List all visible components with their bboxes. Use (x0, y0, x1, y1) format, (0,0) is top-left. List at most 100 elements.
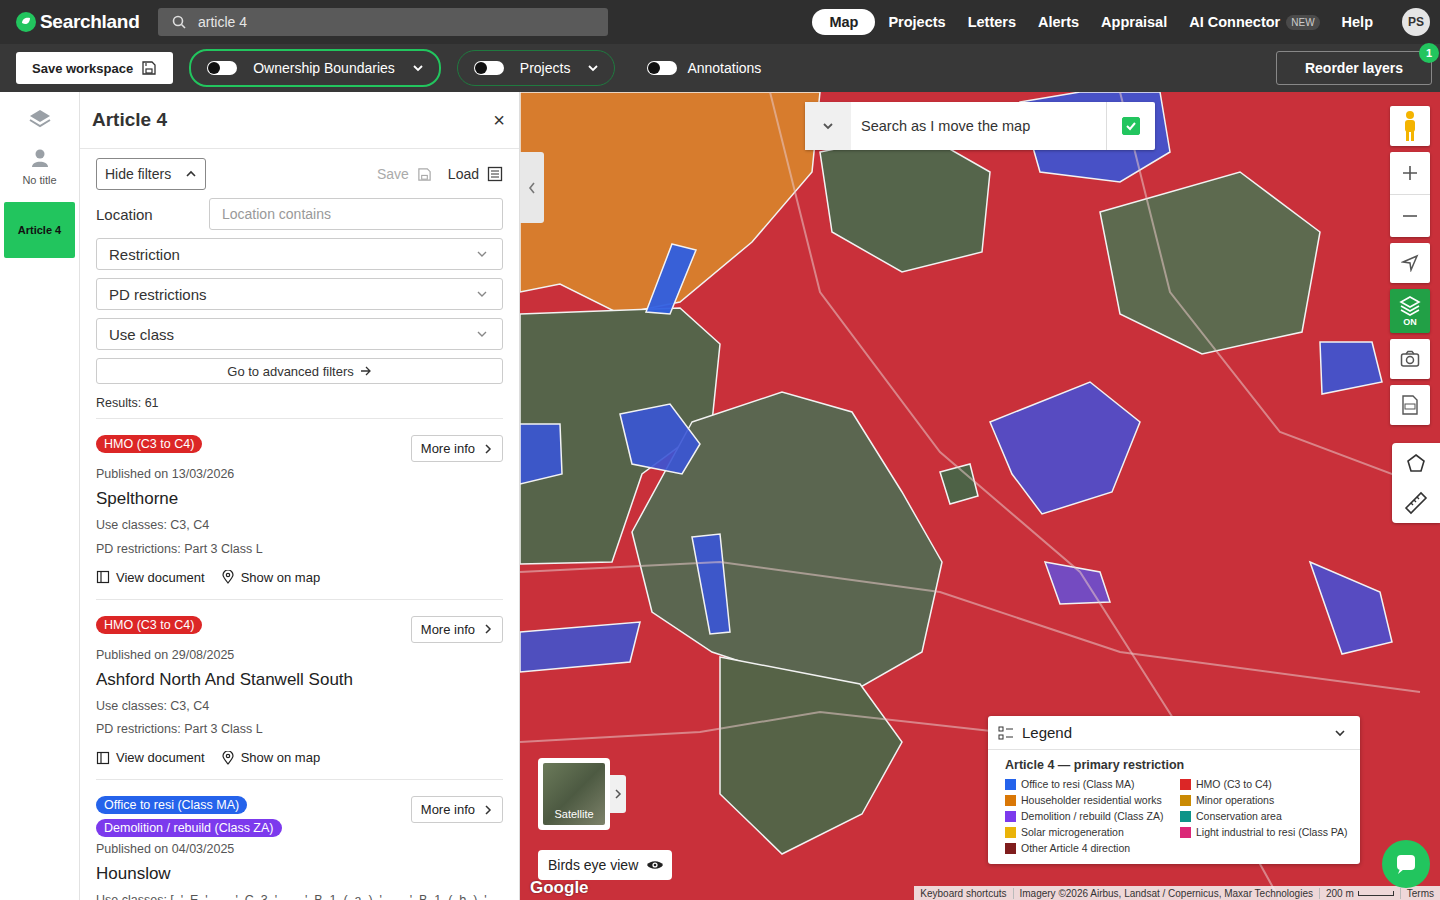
hide-filters-button[interactable]: Hide filters (96, 158, 206, 190)
result-card[interactable]: HMO (C3 to C4)More infoPublished on 13/0… (96, 419, 503, 600)
attribution-text[interactable]: Keyboard shortcuts (914, 888, 1012, 899)
search-as-move-checkbox[interactable] (1122, 117, 1140, 135)
zoom-out-button[interactable] (1390, 194, 1430, 237)
result-card[interactable]: Office to resi (Class MA)Demolition / re… (96, 780, 503, 900)
show-on-map-link[interactable]: Show on map (221, 570, 321, 585)
use-classes: Use classes: C3, C4 (96, 697, 503, 716)
nav-item[interactable]: Appraisal (1092, 9, 1176, 35)
terms-link[interactable]: Terms (1400, 888, 1440, 899)
measure-button[interactable] (1404, 483, 1428, 523)
rail-item[interactable] (4, 106, 75, 132)
pdf-export-button[interactable] (1390, 385, 1430, 425)
save-workspace-button[interactable]: Save workspace (16, 52, 173, 84)
more-info-button[interactable]: More info (411, 796, 503, 823)
search-value: article 4 (198, 14, 247, 30)
nav-item[interactable]: Help (1333, 9, 1382, 35)
person-icon (30, 148, 50, 168)
expand-basemaps-button[interactable] (610, 775, 626, 813)
logo[interactable]: Searchland (16, 11, 146, 33)
app: Searchlandarticle 4MapProjectsLettersAle… (0, 0, 1440, 900)
satellite-button[interactable]: Satellite (538, 758, 610, 830)
nav-item[interactable]: Alerts (1029, 9, 1088, 35)
map[interactable]: Search as I move the mapONSatelliteBirds… (520, 92, 1440, 900)
chat-button[interactable] (1382, 840, 1430, 888)
search-field[interactable]: article 4 (158, 8, 608, 36)
filter-dropdown[interactable]: PD restrictions (96, 278, 503, 310)
article4-area[interactable] (1320, 342, 1382, 394)
article4-area[interactable] (520, 92, 820, 314)
draw-polygon-button[interactable] (1406, 443, 1426, 483)
pin-icon (221, 751, 235, 765)
filter-dropdown[interactable]: Restriction (96, 238, 503, 270)
layer-toggle[interactable]: Annotations (631, 51, 775, 85)
article4-area[interactable] (692, 534, 730, 634)
article4-area[interactable] (720, 657, 902, 854)
legend-header[interactable]: Legend (988, 716, 1360, 750)
legend-title: Article 4 — primary restriction (1005, 758, 1346, 772)
article4-area[interactable] (1310, 562, 1392, 654)
article4-area[interactable] (520, 622, 640, 672)
toggle-switch[interactable] (207, 61, 237, 75)
logo-icon (16, 12, 36, 32)
filter-dropdown[interactable]: Use class (96, 318, 503, 350)
show-on-map-link[interactable]: Show on map (221, 750, 321, 765)
published-date: Published on 29/08/2025 (96, 648, 503, 662)
legend-item: HMO (C3 to C4) (1180, 778, 1348, 790)
location-input[interactable]: Location contains (209, 198, 503, 230)
view-document-link[interactable]: View document (96, 570, 205, 585)
reorder-layers-button[interactable]: Reorder layers1 (1276, 51, 1432, 85)
restriction-tag: HMO (C3 to C4) (96, 616, 202, 634)
article4-area[interactable] (1045, 562, 1110, 604)
map-attribution: Keyboard shortcutsImagery ©2026 Airbus, … (914, 886, 1440, 900)
article4-area[interactable] (940, 464, 978, 504)
layer-toggle[interactable]: Ownership Boundaries (189, 49, 441, 87)
chevron-down-icon (476, 288, 488, 300)
article4-area[interactable] (646, 244, 696, 314)
ruler-icon (1404, 491, 1428, 515)
basemap-switcher: Satellite (538, 758, 626, 830)
nav-item[interactable]: Projects (879, 9, 954, 35)
advanced-filters-button[interactable]: Go to advanced filters (96, 358, 503, 384)
attribution-text[interactable]: Imagery ©2026 Airbus, Landsat / Copernic… (1013, 888, 1319, 899)
article4-area[interactable] (990, 382, 1140, 514)
rail-item[interactable]: Article 4 (4, 202, 75, 258)
nav-item[interactable]: Map (812, 9, 875, 35)
layer-toggle[interactable]: Projects (457, 50, 616, 86)
arrow-right-icon (360, 365, 372, 377)
locate-button[interactable] (1390, 243, 1430, 283)
nav-item[interactable]: AI ConnectorNEW (1180, 9, 1328, 35)
user-avatar[interactable]: PS (1402, 8, 1430, 36)
more-info-button[interactable]: More info (411, 616, 503, 643)
panel-title: Article 4 (92, 109, 167, 131)
nav-item[interactable]: Letters (959, 9, 1025, 35)
expand-button[interactable] (805, 102, 851, 150)
zoom-in-button[interactable] (1390, 152, 1430, 194)
birds-eye-button[interactable]: Birds eye view (538, 850, 672, 880)
result-card[interactable]: HMO (C3 to C4) More info Published on 29/0… (96, 600, 503, 781)
screenshot-button[interactable] (1390, 339, 1430, 379)
view-document-link[interactable]: View document (96, 750, 205, 765)
pd-restrictions: PD restrictions: Part 3 Class L (96, 720, 503, 739)
collapse-panel-button[interactable] (520, 152, 544, 223)
article4-area[interactable] (820, 132, 990, 272)
use-classes: Use classes: C3, C4 (96, 516, 503, 535)
rail-item[interactable]: No title (4, 148, 75, 186)
chevron-down-icon (1334, 727, 1346, 739)
road (520, 562, 1420, 692)
street-view-button[interactable] (1390, 106, 1430, 146)
document-icon (96, 570, 110, 584)
toggle-switch[interactable] (647, 61, 677, 75)
legend: LegendArticle 4 — primary restrictionOff… (988, 716, 1360, 864)
published-date: Published on 13/03/2026 (96, 467, 503, 481)
layers-button[interactable]: ON (1390, 289, 1430, 333)
more-info-button[interactable]: More info (411, 435, 503, 462)
close-button[interactable]: × (493, 109, 505, 132)
chevron-up-icon (185, 168, 197, 180)
article4-area[interactable] (520, 424, 562, 484)
save-filters-button[interactable]: Save (377, 166, 432, 182)
article4-area[interactable] (1100, 172, 1320, 354)
article4-area[interactable] (620, 404, 700, 474)
save-icon (417, 167, 432, 182)
toggle-switch[interactable] (474, 61, 504, 75)
load-filters-button[interactable]: Load (448, 166, 503, 182)
